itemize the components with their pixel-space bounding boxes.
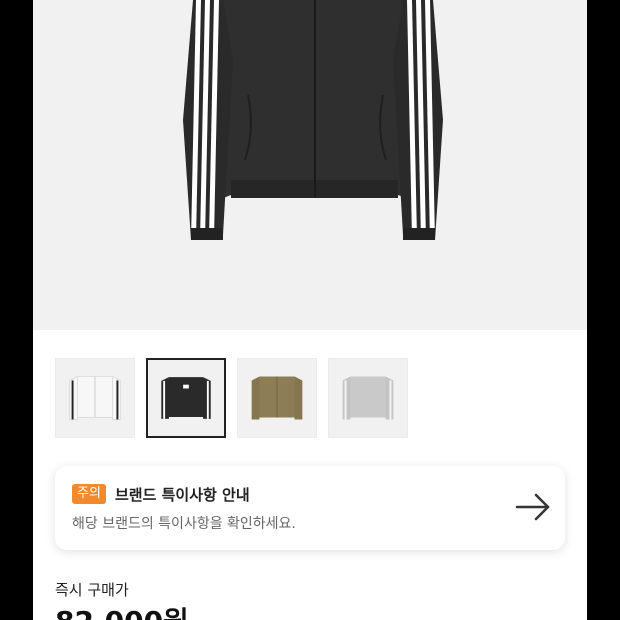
notice-description: 해당 브랜드의 특이사항을 확인하세요. — [72, 516, 296, 532]
arrow-right-icon[interactable] — [515, 492, 551, 522]
price-label: 즉시 구매가 — [55, 581, 129, 599]
thumbnail-white-jacket[interactable] — [55, 358, 135, 438]
khaki-jacket-icon — [251, 376, 303, 420]
black-jacket-icon — [161, 377, 211, 419]
grey-jacket-icon — [342, 376, 394, 420]
thumbnail-grey-jacket[interactable] — [328, 358, 408, 438]
app-screen: 주의 브랜드 특이사항 안내 해당 브랜드의 특이사항을 확인하세요. 즉시 구… — [33, 0, 587, 620]
thumbnail-black-jacket[interactable] — [146, 358, 226, 438]
brand-notice-card[interactable]: 주의 브랜드 특이사항 안내 해당 브랜드의 특이사항을 확인하세요. — [55, 466, 565, 550]
thumbnail-khaki-jacket[interactable] — [237, 358, 317, 438]
notice-title: 브랜드 특이사항 안내 — [115, 486, 250, 504]
product-main-image[interactable] — [33, 0, 587, 330]
warning-badge: 주의 — [72, 484, 106, 505]
jacket-illustration — [183, 0, 443, 240]
price-value: 82,000원 — [55, 600, 189, 620]
white-jacket-icon — [69, 375, 121, 420]
color-thumbnail-list — [55, 358, 408, 438]
